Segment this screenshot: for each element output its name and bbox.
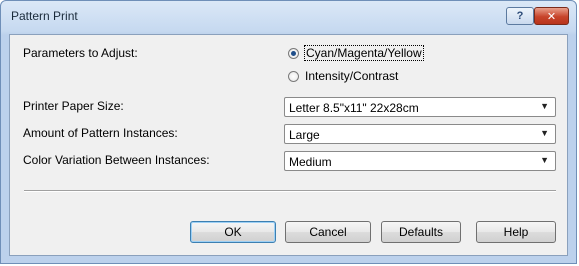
defaults-button-label: Defaults: [398, 225, 444, 239]
close-button[interactable]: ✕: [534, 7, 569, 25]
radio-button-checked[interactable]: [288, 47, 299, 59]
cancel-button[interactable]: Cancel: [285, 221, 371, 243]
help-button-label: Help: [503, 225, 529, 239]
radio-cyan-magenta-yellow[interactable]: Cyan/Magenta/Yellow: [288, 45, 424, 61]
radio-label-intensity-contrast[interactable]: Intensity/Contrast: [305, 69, 398, 83]
chevron-down-icon: ▼: [540, 101, 549, 111]
dialog-title: Pattern Print: [11, 9, 78, 23]
instances-value: Large: [289, 128, 320, 142]
title-bar[interactable]: Pattern Print ? ✕: [1, 1, 576, 33]
defaults-button[interactable]: Defaults: [381, 221, 461, 243]
help-button[interactable]: Help: [476, 221, 556, 243]
titlebar-help-button[interactable]: ?: [506, 7, 534, 25]
dialog-body: Parameters to Adjust: Cyan/Magenta/Yello…: [9, 34, 568, 256]
chevron-down-icon: ▼: [540, 155, 549, 165]
question-mark-icon: ?: [516, 10, 524, 22]
radio-intensity-contrast[interactable]: Intensity/Contrast: [288, 69, 398, 83]
instances-select[interactable]: Large ▼: [284, 124, 556, 144]
radio-button-unchecked[interactable]: [288, 70, 299, 82]
cancel-button-label: Cancel: [309, 225, 347, 239]
variation-label: Color Variation Between Instances:: [23, 153, 210, 167]
variation-value: Medium: [289, 155, 332, 169]
close-icon: ✕: [546, 10, 557, 23]
pattern-print-dialog: Pattern Print ? ✕ Parameters to Adjust: …: [0, 0, 577, 264]
paper-size-value: Letter 8.5"x11" 22x28cm: [289, 101, 419, 115]
chevron-down-icon: ▼: [540, 128, 549, 138]
instances-label: Amount of Pattern Instances:: [23, 126, 178, 140]
variation-select[interactable]: Medium ▼: [284, 151, 556, 171]
parameters-label: Parameters to Adjust:: [23, 46, 138, 60]
radio-label-cyan-magenta-yellow[interactable]: Cyan/Magenta/Yellow: [304, 45, 424, 61]
ok-button[interactable]: OK: [190, 221, 276, 243]
paper-size-label: Printer Paper Size:: [23, 99, 124, 113]
ok-button-label: OK: [224, 225, 242, 239]
paper-size-select[interactable]: Letter 8.5"x11" 22x28cm ▼: [284, 97, 556, 117]
divider: [24, 190, 556, 192]
